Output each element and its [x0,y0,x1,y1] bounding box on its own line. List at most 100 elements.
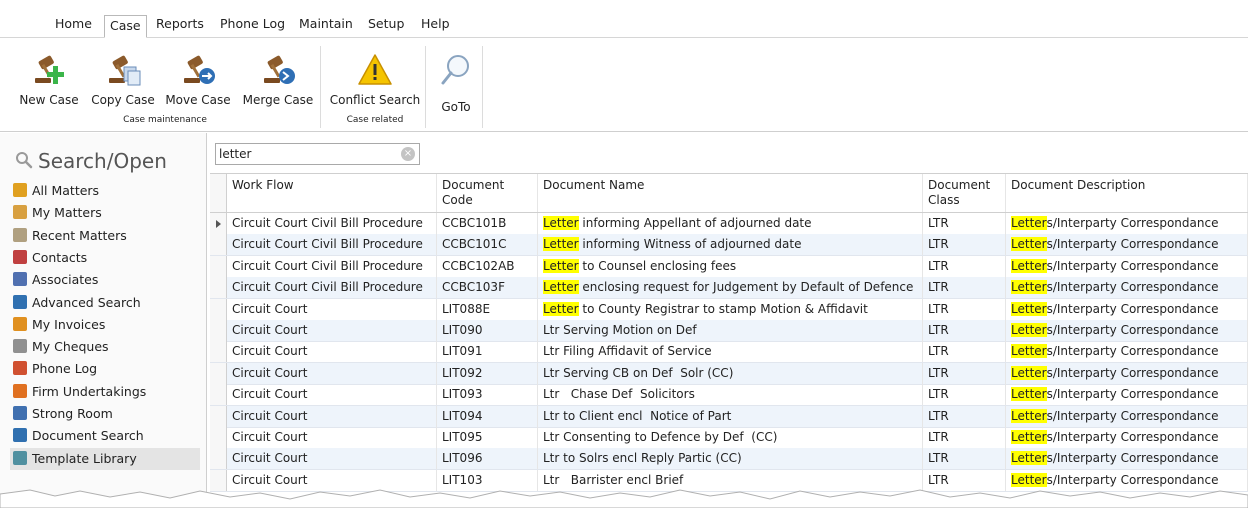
search-highlight: Letter [1011,323,1047,337]
row-selector[interactable] [210,213,227,234]
goto-label: GoTo [441,100,471,114]
table-row[interactable]: Circuit Court Civil Bill Procedure CCBC10… [210,234,1248,257]
cell-text: informing Appellant of adjourned date [578,216,812,230]
cell-text: informing Witness of adjourned date [578,237,802,252]
row-selector[interactable] [210,362,227,384]
tab-reports[interactable]: Reports [151,14,209,36]
sidebar-item-template-library[interactable]: Template Library [10,447,200,470]
search-highlight: Letter [1011,301,1047,316]
gavel-move-icon [180,52,216,88]
row-selector[interactable] [210,427,227,448]
table-row[interactable]: Circuit Court LIT088E Letter to County Reg… [210,298,1248,321]
sidebar-item-strong-room[interactable]: Strong Room [10,403,200,425]
col-work-flow-header[interactable]: Work Flow [227,174,437,212]
col-document-name-cell: Letter to County Registrar to stamp Moti… [538,298,923,320]
col-document-name-cell: Ltr Filing Affidavit of Service [538,341,923,363]
cell-text: to Counsel enclosing fees [578,258,737,273]
address-book-icon [13,249,27,264]
col-work-flow-cell: Circuit Court [227,320,437,341]
col-document-code-header[interactable]: Document Code [437,174,538,212]
copy-case-button[interactable]: Copy Case [90,52,156,107]
table-row[interactable]: Circuit Court LIT092 Ltr Serving CB on Def… [210,362,1248,385]
table-row[interactable]: Circuit Court Civil Bill Procedure CCBC10… [210,255,1248,278]
sidebar-item-label: Strong Room [32,406,113,421]
new-case-label: New Case [19,93,79,107]
filter-input[interactable] [219,146,389,162]
sidebar-item-associates[interactable]: Associates [10,269,200,291]
badge-icon [13,383,27,398]
move-case-label: Move Case [165,93,231,107]
row-selector[interactable] [210,405,227,427]
row-selector[interactable] [210,320,227,341]
col-document-description-cell: Letters/Interparty Correspondance [1006,384,1248,406]
goto-button[interactable]: GoTo [434,52,478,114]
sidebar: Search/Open All Matters My Matters Recent … [0,133,207,508]
cell-text: s/Interparty Correspondance [1046,365,1219,380]
row-selector[interactable] [210,277,227,299]
move-case-button[interactable]: Move Case [164,52,232,107]
search-highlight: Letter [1011,258,1047,273]
col-document-class-cell: LTR [923,213,1006,234]
sidebar-item-document-search[interactable]: Document Search [10,425,200,447]
table-row[interactable]: Circuit Court LIT096 Ltr to Solrs encl Rep… [210,448,1248,471]
row-selector[interactable] [210,255,227,277]
sidebar-item-advanced-search[interactable]: Advanced Search [10,292,200,314]
col-document-name-cell: Letter to Counsel enclosing fees [538,255,923,277]
conflict-search-button[interactable]: Conflict Search [329,52,421,107]
col-work-flow-cell: Circuit Court Civil Bill Procedure [227,255,437,277]
col-document-class-header[interactable]: Document Class [923,174,1006,212]
table-row[interactable]: Circuit Court LIT093 Ltr Chase Def Solicit… [210,384,1248,407]
col-document-description-header[interactable]: Document Description [1006,174,1248,212]
row-selector[interactable] [210,448,227,470]
row-selector[interactable] [210,234,227,256]
col-document-class-cell: LTR [923,255,1006,277]
new-case-button[interactable]: New Case [18,52,80,107]
copy-case-label: Copy Case [91,93,155,107]
col-document-name-header[interactable]: Document Name [538,174,923,212]
tab-phone-log[interactable]: Phone Log [215,14,290,36]
table-row[interactable]: Circuit Court Civil Bill Procedure CCBC10… [210,277,1248,300]
search-highlight: Letter [1011,387,1047,402]
row-selector[interactable] [210,341,227,363]
table-row[interactable]: Circuit Court LIT094 Ltr to Client encl No… [210,405,1248,428]
search-highlight: Letter [543,237,579,252]
sidebar-item-my-invoices[interactable]: My Invoices [10,314,200,336]
col-document-class-cell: LTR [923,298,1006,320]
sidebar-item-my-cheques[interactable]: My Cheques [10,336,200,358]
sidebar-item-label: My Matters [32,205,102,221]
table-row[interactable]: Circuit Court LIT091 Ltr Filing Affidavit … [210,341,1248,364]
sidebar-item-phone-log[interactable]: Phone Log [10,358,200,380]
tab-setup[interactable]: Setup [363,14,409,36]
table-row[interactable]: Circuit Court LIT095 Ltr Consenting to Def… [210,427,1248,449]
col-document-name-cell: Letter informing Appellant of adjourned … [538,213,923,234]
merge-case-button[interactable]: Merge Case [242,52,314,107]
coins-icon [13,316,27,331]
tab-case[interactable]: Case [104,15,147,38]
col-document-description-cell: Letters/Interparty Correspondance [1006,277,1248,299]
cell-text: s/Interparty Correspondance [1046,216,1219,230]
pen-icon [13,339,27,354]
documents-grid: Work Flow Document Code Document Name Docum… [210,173,1248,492]
cell-text: s/Interparty Correspondance [1046,301,1219,316]
table-row[interactable]: Circuit Court Civil Bill Procedure CCBC10… [210,213,1248,235]
search-highlight: Letter [1011,430,1047,444]
cell-text: s/Interparty Correspondance [1046,237,1219,252]
col-work-flow-cell: Circuit Court [227,448,437,470]
tab-maintain[interactable]: Maintain [294,14,358,36]
sidebar-item-label: Phone Log [32,361,98,377]
table-row[interactable]: Circuit Court LIT090 Ltr Serving Motion on… [210,320,1248,342]
clear-filter-icon[interactable]: × [401,147,415,161]
tab-home[interactable]: Home [50,14,97,36]
col-work-flow-cell: Circuit Court [227,362,437,384]
col-document-name-cell: Ltr Serving CB on Def Solr (CC) [538,362,923,384]
sidebar-item-my-matters[interactable]: My Matters [10,202,200,224]
col-document-code-cell: LIT096 [437,448,538,470]
row-selector[interactable] [210,384,227,406]
sidebar-item-firm-undertakings[interactable]: Firm Undertakings [10,381,200,403]
tab-help[interactable]: Help [416,14,455,36]
search-highlight: Letter [1011,237,1047,252]
sidebar-item-contacts[interactable]: Contacts [10,247,200,269]
sidebar-item-all-matters[interactable]: All Matters [10,180,200,202]
row-selector[interactable] [210,298,227,320]
sidebar-item-recent-matters[interactable]: Recent Matters [10,225,200,247]
